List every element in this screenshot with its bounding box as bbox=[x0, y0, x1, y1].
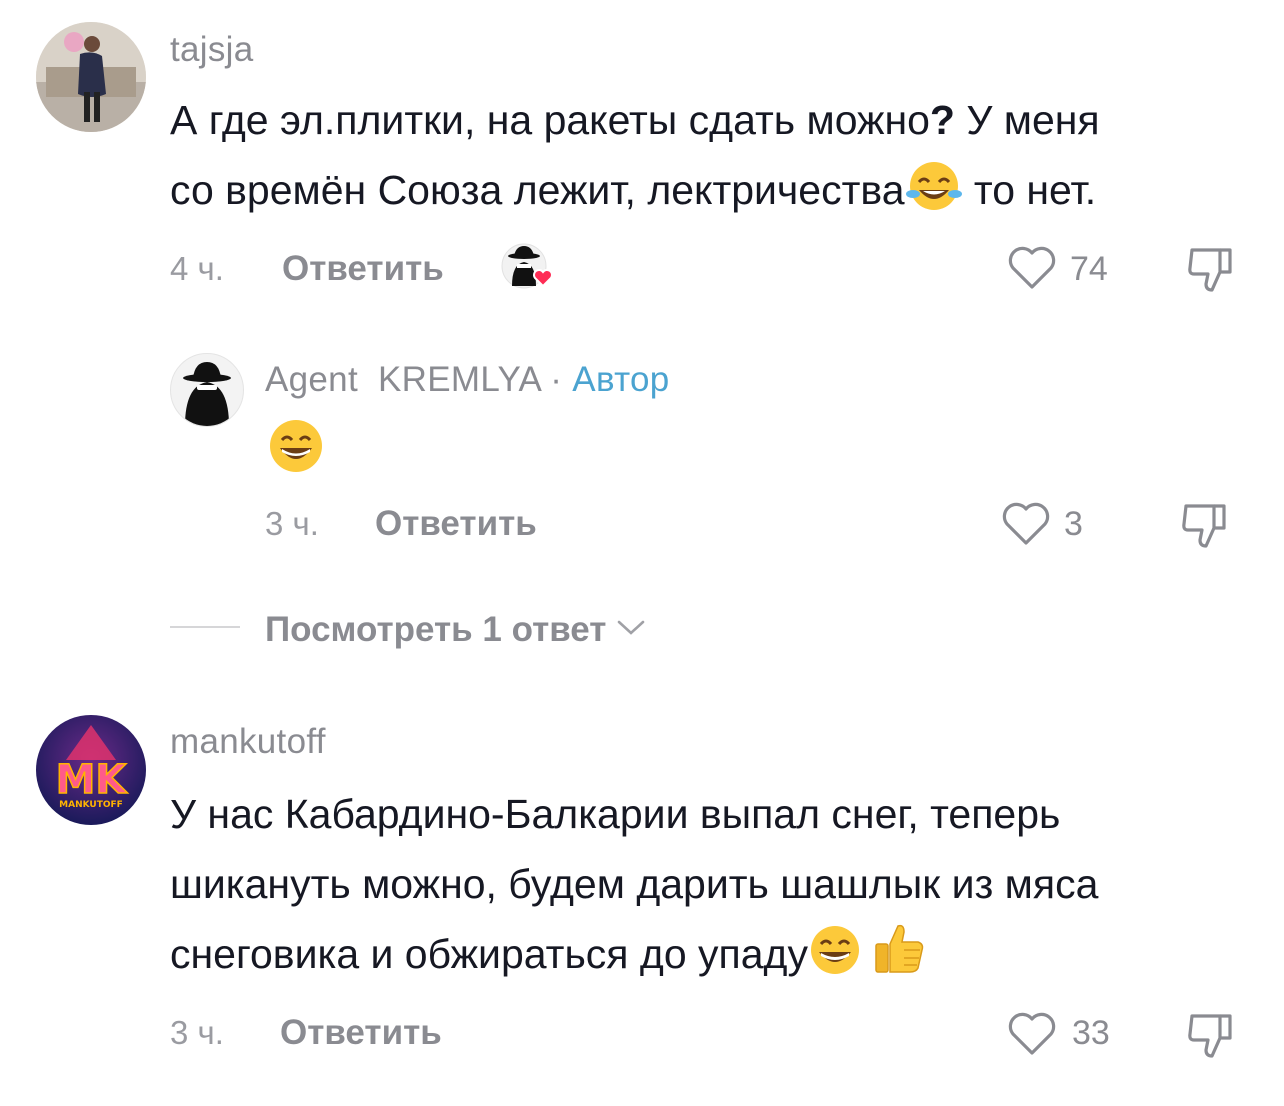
comment-text-line-end: то нет. bbox=[962, 167, 1097, 213]
avatar-mankutoff[interactable]: MK MANKUTOFF bbox=[36, 715, 146, 825]
view-replies-label: Посмотреть 1 ответ bbox=[265, 610, 607, 649]
comment-time: 3 ч. bbox=[265, 505, 319, 542]
comment-username: Agent KREMLYA · Автор bbox=[265, 360, 670, 400]
dislike-icon[interactable] bbox=[1186, 240, 1238, 296]
dislike-icon[interactable] bbox=[1180, 496, 1232, 552]
comment-text-line: У нас Кабардино-Балкарии выпал снег, теп… bbox=[170, 791, 1061, 837]
heart-icon[interactable] bbox=[1006, 1010, 1058, 1058]
comment-time: 4 ч. bbox=[170, 250, 224, 287]
comment-text-line-end: У меня bbox=[954, 97, 1100, 143]
like-count: 3 bbox=[1064, 505, 1083, 543]
grin-emoji bbox=[268, 418, 324, 474]
author-badge: Автор bbox=[572, 360, 670, 399]
comment-time: 3 ч. bbox=[170, 1014, 224, 1051]
chevron-down-icon bbox=[616, 606, 646, 646]
view-replies-button[interactable]: Посмотреть 1 ответ bbox=[265, 606, 646, 650]
question-mark: ? bbox=[929, 97, 955, 143]
comment-text: А где эл.плитки, на ракеты сдать можно? … bbox=[170, 86, 1100, 154]
avatar-logo-subtext: MANKUTOFF bbox=[59, 800, 123, 810]
dislike-icon[interactable] bbox=[1186, 1006, 1238, 1062]
grin-emoji bbox=[808, 924, 862, 996]
comment-username[interactable]: mankutoff bbox=[170, 722, 326, 762]
reply-button[interactable]: Ответить bbox=[280, 1013, 442, 1053]
laughing-emoji bbox=[905, 160, 963, 232]
like-count: 33 bbox=[1072, 1014, 1110, 1052]
comment-text: со времён Союза лежит, лектричества то н… bbox=[170, 156, 1096, 232]
heart-icon[interactable] bbox=[1000, 500, 1052, 548]
like-count: 74 bbox=[1070, 250, 1108, 288]
reply-button[interactable]: Ответить bbox=[375, 504, 537, 544]
avatar-agent-kremlya[interactable] bbox=[170, 353, 244, 427]
separator-dot: · bbox=[550, 360, 563, 399]
comment-text: шикануть можно, будем дарить шашлык из м… bbox=[170, 850, 1098, 918]
author-username[interactable]: Agent KREMLYA bbox=[265, 360, 540, 399]
heart-icon[interactable] bbox=[1006, 244, 1058, 292]
comment-username[interactable]: tajsja bbox=[170, 30, 254, 70]
avatar-tajsja[interactable] bbox=[36, 22, 146, 132]
comment-text-line: со времён Союза лежит, лектричества bbox=[170, 167, 905, 213]
comment-text: снеговика и обжираться до упаду bbox=[170, 920, 926, 996]
reply-button[interactable]: Ответить bbox=[282, 249, 444, 289]
creator-liked-badge bbox=[500, 242, 560, 294]
view-replies-divider bbox=[170, 626, 240, 628]
avatar-logo-text: MK bbox=[56, 757, 129, 803]
comment-text: У нас Кабардино-Балкарии выпал снег, теп… bbox=[170, 780, 1060, 848]
thumbs-up-emoji bbox=[870, 920, 926, 996]
comment-text-line: шикануть можно, будем дарить шашлык из м… bbox=[170, 861, 1099, 907]
comment-text-line: А где эл.плитки, на ракеты сдать можно bbox=[170, 97, 930, 143]
comment-text-line: снеговика и обжираться до упаду bbox=[170, 931, 808, 977]
